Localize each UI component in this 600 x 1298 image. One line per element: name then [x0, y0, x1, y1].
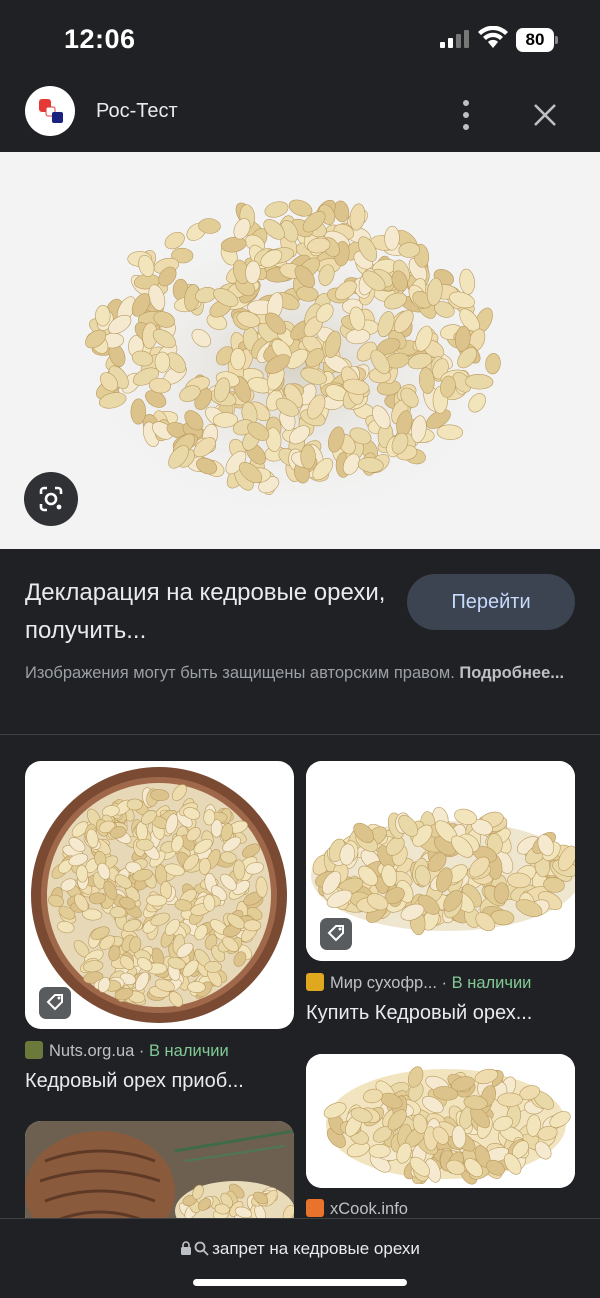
pine-nut — [497, 1092, 523, 1107]
pine-nut — [109, 906, 127, 919]
section-divider — [0, 734, 600, 735]
learn-more-link[interactable]: Подробнее... — [459, 664, 564, 682]
bottom-bar: запрет на кедровые орехи — [0, 1218, 600, 1298]
pine-nut — [300, 444, 316, 470]
battery-tip — [555, 36, 558, 44]
copyright-notice: Изображения могут быть защищены авторски… — [25, 660, 565, 686]
site-title[interactable]: Рос-Тест — [96, 100, 178, 123]
result-1-source-name: Nuts.org.ua — [49, 1042, 135, 1060]
copyright-text: Изображения могут быть защищены авторски… — [25, 664, 455, 682]
visit-button[interactable]: Перейти — [407, 574, 575, 630]
related-image-3[interactable] — [25, 1121, 294, 1231]
pine-nut — [368, 1143, 391, 1159]
pine-cones-image — [25, 1121, 294, 1231]
lock-icon — [181, 1241, 192, 1255]
main-image[interactable] — [0, 152, 600, 549]
pine-nut — [204, 960, 222, 973]
mir-suhofruktov-favicon — [306, 973, 324, 991]
battery-level: 80 — [516, 28, 554, 52]
related-image-1[interactable] — [25, 761, 294, 1029]
tag-icon — [39, 987, 71, 1019]
pine-nut — [95, 305, 111, 327]
pine-nut — [88, 892, 106, 905]
nuts-org-favicon — [25, 1041, 43, 1059]
result-2-source-name: Мир сухофр... — [330, 974, 437, 992]
viewer-header: Рос-Тест — [0, 80, 600, 150]
home-indicator[interactable] — [193, 1279, 407, 1286]
xcook-favicon — [306, 1199, 324, 1217]
pine-nuts-image — [75, 192, 515, 512]
status-bar: 12:06 80 — [0, 0, 600, 80]
more-vert-icon[interactable] — [456, 98, 476, 132]
site-logo-mark — [39, 99, 63, 123]
lens-icon — [39, 486, 63, 512]
status-time: 12:06 — [64, 24, 136, 54]
result-1-title[interactable]: Кедровый орех приоб... — [25, 1070, 244, 1093]
related-image-2[interactable] — [306, 761, 575, 961]
result-3-source: xCook.info — [306, 1199, 408, 1219]
result-1-source: Nuts.org.ua · В наличии — [25, 1041, 229, 1061]
signal-icon — [440, 30, 469, 48]
pine-nut — [243, 919, 262, 932]
result-1-availability: В наличии — [148, 1042, 229, 1060]
tag-icon — [320, 918, 352, 950]
close-icon[interactable] — [530, 100, 560, 130]
result-headline[interactable]: Декларация на кедровые орехи, получить..… — [25, 574, 395, 650]
search-query[interactable]: запрет на кедровые орехи — [0, 1239, 600, 1259]
result-2-source: Мир сухофр... · В наличии — [306, 973, 531, 993]
wifi-icon — [478, 26, 508, 48]
pine-nuts-heap-image — [306, 1054, 575, 1188]
pine-nut — [230, 348, 246, 371]
lens-button[interactable] — [24, 472, 78, 526]
pine-nut — [154, 351, 171, 373]
battery-indicator: 80 — [516, 28, 558, 52]
search-icon — [194, 1241, 209, 1256]
pine-nut — [126, 798, 143, 811]
site-logo[interactable] — [25, 86, 75, 136]
result-2-availability: В наличии — [451, 974, 532, 992]
result-2-title[interactable]: Купить Кедровый орех... — [306, 1002, 532, 1025]
pine-nut — [130, 398, 147, 425]
search-query-text: запрет на кедровые орехи — [212, 1239, 420, 1258]
related-image-4[interactable] — [306, 1054, 575, 1188]
result-3-source-name: xCook.info — [330, 1200, 408, 1218]
